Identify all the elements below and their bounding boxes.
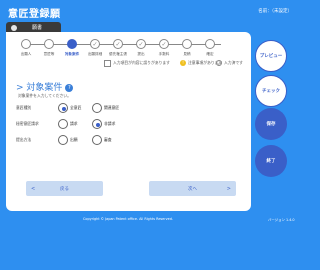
chevron-right-icon: > <box>226 185 231 192</box>
check-icon: ✓ <box>216 60 222 66</box>
progress-step-label: 優先権主張 <box>109 52 127 56</box>
form-label: 提出方法 <box>16 137 32 142</box>
section-title: > 対象案件 ? <box>16 80 74 93</box>
help-icon[interactable]: ? <box>65 83 74 92</box>
radio-label: 出願 <box>70 137 78 142</box>
radio-label: 審査 <box>104 137 112 142</box>
progress-step-label: 確定 <box>206 52 214 56</box>
preview-button[interactable]: プレビュー <box>255 40 287 72</box>
radio-design-related[interactable]: 関連意匠 <box>92 103 120 113</box>
app-header: 意匠登録願 名前：（未設定） <box>0 0 300 22</box>
tab-label: 願書 <box>32 25 43 31</box>
tab-circle-icon <box>11 25 17 31</box>
section-subtitle: 対象案件を入力してください。 <box>18 93 71 98</box>
legend-complete-label: 入力済です <box>224 60 243 65</box>
radio-circle[interactable] <box>58 119 68 129</box>
radio-design-all[interactable]: 全意匠 <box>58 103 86 113</box>
back-button[interactable]: < 戻る <box>26 181 103 196</box>
main-panel: 出願人 意匠等 対象案件 ✓ 出願詳細 ✓ 優先権主張 ✓ 提出 ✓ 手数料 見積 確定 入力項目が内容… <box>6 32 251 211</box>
progress-step[interactable] <box>21 39 31 49</box>
legend-complete: ✓ 入力済です <box>216 58 243 68</box>
radio-secret-none[interactable]: 非請求 <box>92 119 120 129</box>
radio-secret-request[interactable]: 請求 <box>58 119 86 129</box>
back-button-label: 戻る <box>60 186 69 192</box>
progress-step[interactable] <box>182 39 192 49</box>
version: バージョン 1.4.0 <box>268 218 295 222</box>
radio-circle[interactable] <box>92 135 102 145</box>
radio-circle[interactable] <box>92 119 102 129</box>
progress-step-label: 意匠等 <box>43 52 55 56</box>
form-label: 秘密意匠請求 <box>16 121 39 126</box>
progress-step[interactable]: ✓ <box>136 39 146 49</box>
form-label: 意匠種別 <box>16 105 32 110</box>
legend-unentered-label: 入力項目が内容に誤りがあります <box>113 60 170 65</box>
progress-step[interactable]: ✓ <box>113 39 123 49</box>
next-button[interactable]: 次へ > <box>149 181 236 196</box>
progress-step-label: 見積 <box>183 52 191 56</box>
user-name: 名前：（未設定） <box>258 9 292 14</box>
radio-label: 全意匠 <box>70 105 82 110</box>
progress-step[interactable] <box>44 39 54 49</box>
progress-step-label: 出願人 <box>20 52 32 56</box>
finish-button[interactable]: 終了 <box>255 145 287 177</box>
radio-submit-exam[interactable]: 審査 <box>92 135 120 145</box>
radio-circle[interactable] <box>92 103 102 113</box>
radio-circle[interactable] <box>58 135 68 145</box>
warning-icon: ! <box>180 60 186 66</box>
unentered-icon <box>104 59 111 67</box>
check-icon: ✓ <box>161 40 167 48</box>
app-title: 意匠登録願 <box>8 9 61 20</box>
progress-step-label: 対象案件 <box>64 52 80 56</box>
chevron-left-icon: < <box>31 185 36 192</box>
section-title-text: > 対象案件 <box>16 83 63 93</box>
progress-step-label: 手数料 <box>158 52 170 56</box>
check-icon: ✓ <box>92 40 98 48</box>
progress-step[interactable] <box>205 39 215 49</box>
form-row-design-type: 意匠種別 全意匠 関連意匠 <box>16 102 126 114</box>
save-button[interactable]: 保存 <box>255 108 287 140</box>
progress-step[interactable] <box>67 39 77 49</box>
check-icon: ✓ <box>138 40 144 48</box>
radio-label: 関連意匠 <box>104 105 120 110</box>
next-button-label: 次へ <box>188 186 197 192</box>
progress-step[interactable]: ✓ <box>90 39 100 49</box>
radio-circle[interactable] <box>58 103 68 113</box>
form-row-submit-method: 提出方法 出願 審査 <box>16 134 126 146</box>
copyright: Copyright © Japan Patent office. All Rig… <box>83 217 173 221</box>
check-button[interactable]: チェック <box>255 75 287 107</box>
check-icon: ✓ <box>115 40 121 48</box>
radio-label: 請求 <box>70 121 78 126</box>
radio-submit-application[interactable]: 出願 <box>58 135 86 145</box>
progress-step-label: 出願詳細 <box>87 52 103 56</box>
progress-step-label: 提出 <box>137 52 145 56</box>
legend-unentered: 入力項目が内容に誤りがあります <box>104 58 170 68</box>
form-row-secret: 秘密意匠請求 請求 非請求 <box>16 118 126 130</box>
radio-label: 非請求 <box>104 121 116 126</box>
progress-step[interactable]: ✓ <box>159 39 169 49</box>
